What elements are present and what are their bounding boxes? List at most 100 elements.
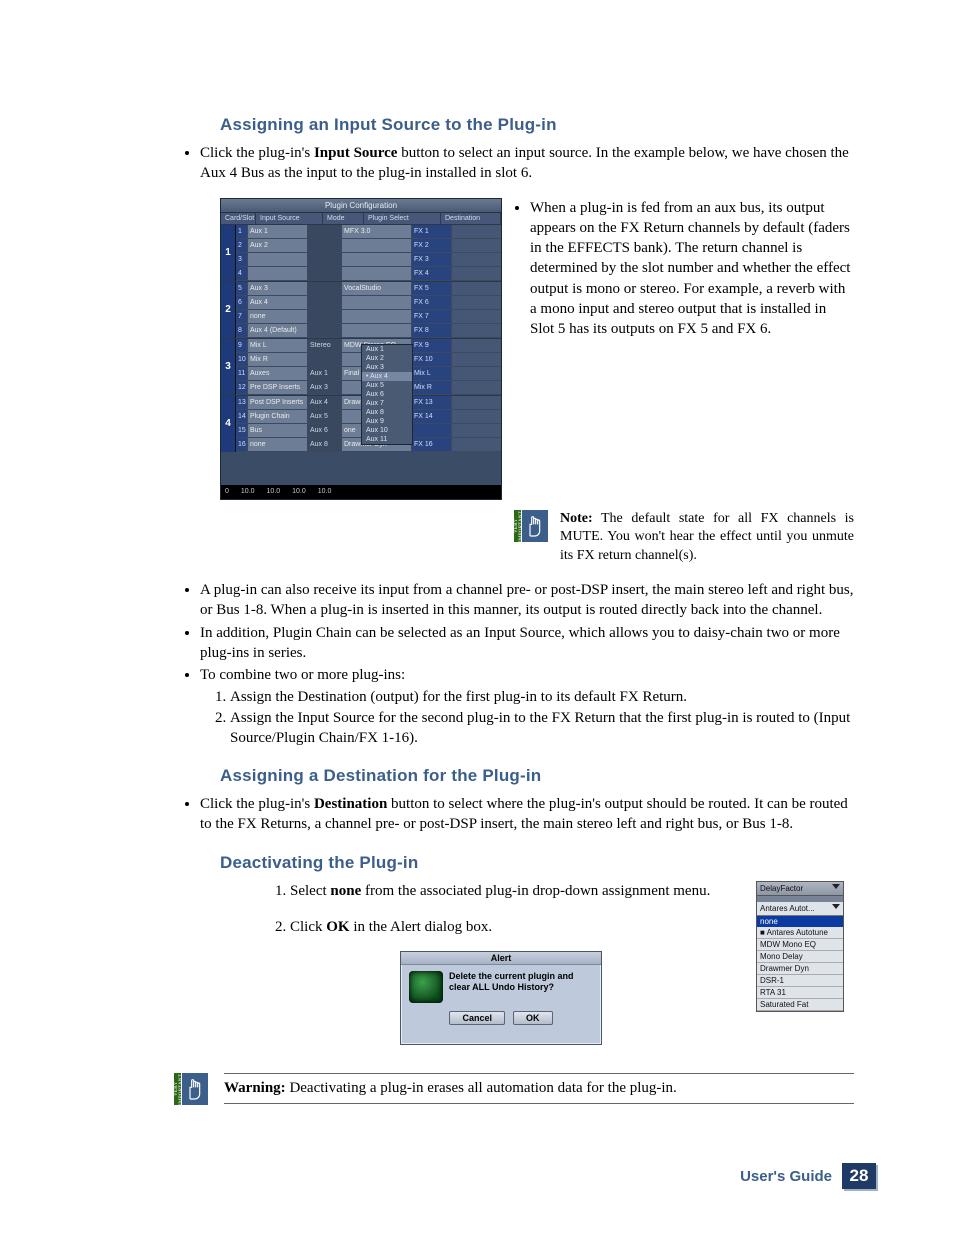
col-mode: Mode xyxy=(323,213,364,224)
destination-cell[interactable]: FX 13 xyxy=(412,396,452,409)
input-source-cell[interactable]: Aux 1 xyxy=(248,225,308,238)
figure-side-text: When a plug-in is fed from an aux bus, i… xyxy=(516,198,854,500)
input-source-cell[interactable]: Mix L xyxy=(248,339,308,352)
destination-cell[interactable]: FX 3 xyxy=(412,253,452,266)
mode-cell[interactable]: Aux 5 xyxy=(308,410,342,423)
aux-popup-menu[interactable]: Aux 1 Aux 2 Aux 3• Aux 4 Aux 5 Aux 6 Aux… xyxy=(361,344,413,445)
destination-cell[interactable]: FX 7 xyxy=(412,310,452,323)
popup-item[interactable]: Aux 11 xyxy=(362,435,412,444)
slot-index: 6 xyxy=(236,296,248,309)
plugin-select-cell[interactable] xyxy=(342,239,412,252)
mode-cell[interactable]: Aux 1 xyxy=(308,367,342,380)
warning-callout: VERY IMPORTANT Warning: Deactivating a p… xyxy=(180,1073,854,1105)
plugin-select-cell[interactable] xyxy=(342,253,412,266)
popup-item[interactable]: Aux 1 xyxy=(362,345,412,354)
mode-cell[interactable]: Aux 3 xyxy=(308,381,342,394)
mode-cell[interactable]: Aux 4 xyxy=(308,396,342,409)
destination-cell[interactable]: Mix L xyxy=(412,367,452,380)
input-source-cell[interactable]: Auxes xyxy=(248,367,308,380)
dropdown-item[interactable]: ■ Antares Autotune xyxy=(757,927,843,939)
plugin-select-cell[interactable] xyxy=(342,310,412,323)
destination-cell[interactable]: FX 4 xyxy=(412,267,452,280)
popup-item[interactable]: Aux 7 xyxy=(362,399,412,408)
plugin-select-cell[interactable]: VocalStudio xyxy=(342,282,412,295)
dropdown-item[interactable]: Drawmer Dyn xyxy=(757,963,843,975)
dropdown-sub-label: Antares Autot... xyxy=(760,904,815,913)
dropdown-item[interactable]: DSR-1 xyxy=(757,975,843,987)
mode-cell[interactable] xyxy=(308,267,342,280)
popup-item[interactable]: • Aux 4 xyxy=(362,372,412,381)
alert-dialog-screenshot: Alert Delete the current plugin and clea… xyxy=(400,951,602,1045)
destination-cell[interactable]: FX 9 xyxy=(412,339,452,352)
important-icon: VERY IMPORTANT xyxy=(520,510,550,542)
card-number: 4 xyxy=(221,396,236,452)
col-plugin: Plugin Select xyxy=(364,213,441,224)
bottom-ruler: 010.010.010.010.0 xyxy=(221,485,501,499)
input-source-cell[interactable]: none xyxy=(248,438,308,451)
plugin-select-cell[interactable]: MFX 3.0 xyxy=(342,225,412,238)
input-source-cell[interactable]: Plugin Chain xyxy=(248,410,308,423)
mode-cell[interactable] xyxy=(308,353,342,366)
mode-cell[interactable] xyxy=(308,296,342,309)
destination-cell[interactable]: FX 8 xyxy=(412,324,452,337)
input-source-cell[interactable]: Aux 4 (Default) xyxy=(248,324,308,337)
dropdown-item[interactable]: Saturated Fat xyxy=(757,999,843,1011)
plugin-select-cell[interactable] xyxy=(342,267,412,280)
mode-cell[interactable]: Aux 8 xyxy=(308,438,342,451)
dropdown-item[interactable]: MDW Mono EQ xyxy=(757,939,843,951)
destination-cell[interactable]: FX 14 xyxy=(412,410,452,423)
popup-item[interactable]: Aux 9 xyxy=(362,417,412,426)
text: from the associated plug-in drop-down as… xyxy=(361,883,710,899)
dropdown-item[interactable]: Mono Delay xyxy=(757,951,843,963)
plugin-select-cell[interactable] xyxy=(342,296,412,309)
destination-cell[interactable]: FX 10 xyxy=(412,353,452,366)
text: Click the plug-in's xyxy=(200,145,314,161)
input-source-cell[interactable] xyxy=(248,253,308,266)
mode-cell[interactable]: Stereo xyxy=(308,339,342,352)
destination-cell[interactable]: FX 1 xyxy=(412,225,452,238)
destination-cell[interactable] xyxy=(412,424,452,437)
input-source-cell[interactable] xyxy=(248,267,308,280)
bold-term: OK xyxy=(326,919,349,935)
mode-cell[interactable] xyxy=(308,253,342,266)
plugin-slot-row: 1Aux 1MFX 3.0FX 1 xyxy=(236,225,501,239)
destination-cell[interactable]: FX 16 xyxy=(412,438,452,451)
slot-index: 5 xyxy=(236,282,248,295)
plugin-slot-row: 6Aux 4 FX 6 xyxy=(236,296,501,310)
destination-cell[interactable]: FX 6 xyxy=(412,296,452,309)
input-source-cell[interactable]: Post DSP Inserts xyxy=(248,396,308,409)
slot-index: 14 xyxy=(236,410,248,423)
note-callout: VERY IMPORTANT Note: The default state f… xyxy=(520,510,854,567)
input-source-cell[interactable]: none xyxy=(248,310,308,323)
popup-item[interactable]: Aux 8 xyxy=(362,408,412,417)
popup-item[interactable]: Aux 6 xyxy=(362,390,412,399)
destination-cell[interactable]: FX 5 xyxy=(412,282,452,295)
popup-item[interactable]: Aux 5 xyxy=(362,381,412,390)
popup-item[interactable]: Aux 10 xyxy=(362,426,412,435)
input-source-cell[interactable]: Aux 3 xyxy=(248,282,308,295)
mode-cell[interactable] xyxy=(308,225,342,238)
mode-cell[interactable] xyxy=(308,282,342,295)
mode-cell[interactable] xyxy=(308,324,342,337)
input-source-cell[interactable]: Pre DSP Inserts xyxy=(248,381,308,394)
mode-cell[interactable] xyxy=(308,310,342,323)
dropdown-header[interactable]: DelayFactor xyxy=(757,882,843,896)
ok-button[interactable]: OK xyxy=(513,1011,553,1025)
destination-cell[interactable]: Mix R xyxy=(412,381,452,394)
figure-text-row: Plugin Configuration Card/Slot Input Sou… xyxy=(220,198,854,500)
input-source-cell[interactable]: Aux 4 xyxy=(248,296,308,309)
dropdown-item[interactable]: RTA 31 xyxy=(757,987,843,999)
input-source-cell[interactable]: Aux 2 xyxy=(248,239,308,252)
cancel-button[interactable]: Cancel xyxy=(449,1011,505,1025)
mode-cell[interactable] xyxy=(308,239,342,252)
input-source-cell[interactable]: Mix R xyxy=(248,353,308,366)
popup-item[interactable]: Aux 3 xyxy=(362,363,412,372)
dropdown-item-none[interactable]: none xyxy=(757,916,843,927)
plugin-slot-row: 2Aux 2FX 2 xyxy=(236,239,501,253)
input-source-cell[interactable]: Bus xyxy=(248,424,308,437)
plugin-select-cell[interactable] xyxy=(342,324,412,337)
destination-cell[interactable]: FX 2 xyxy=(412,239,452,252)
popup-item[interactable]: Aux 2 xyxy=(362,354,412,363)
dropdown-subheader[interactable]: Antares Autot... xyxy=(757,902,843,916)
mode-cell[interactable]: Aux 6 xyxy=(308,424,342,437)
